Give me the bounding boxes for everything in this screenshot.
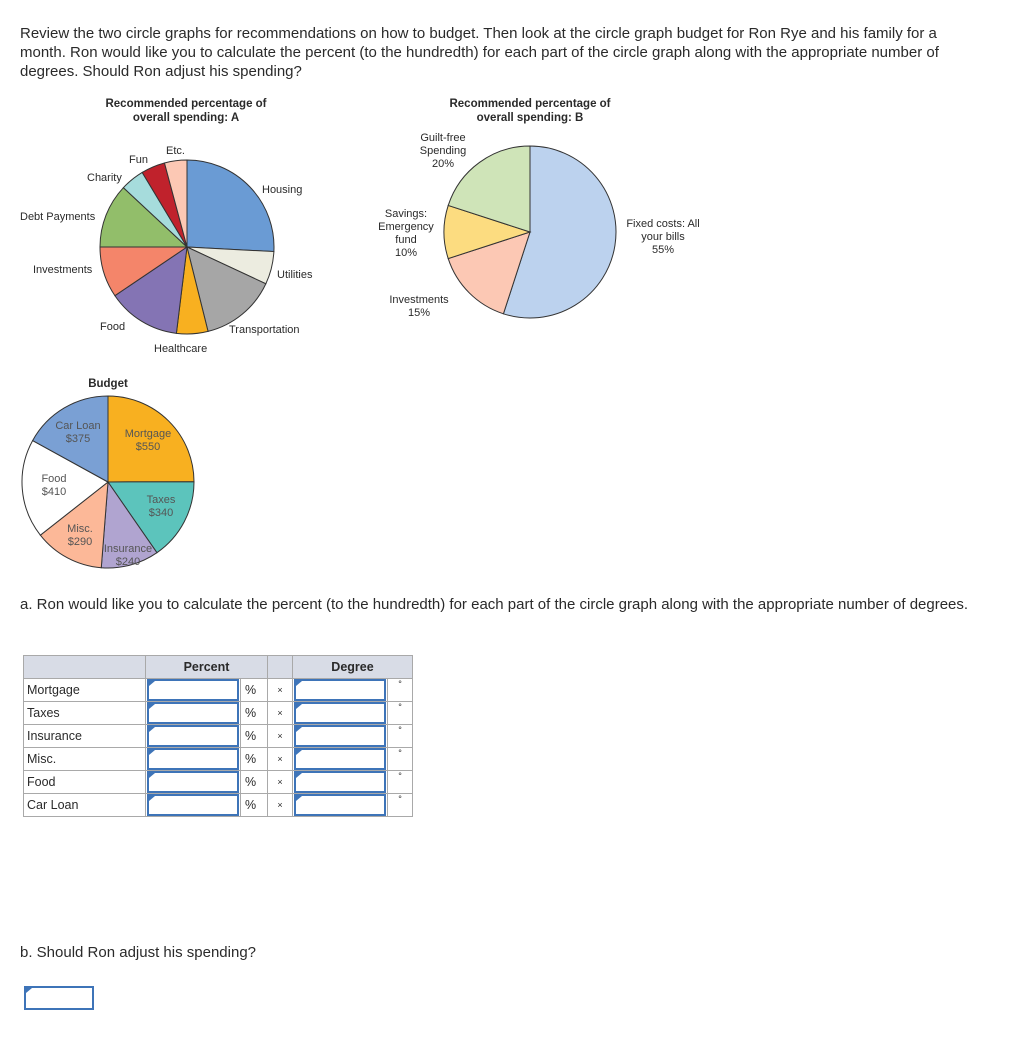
incorrect-mark-icon: × <box>267 793 293 817</box>
percent-symbol: % <box>240 747 268 771</box>
percent-cell <box>145 701 241 725</box>
answer-table: Percent Degree Mortgage % × ° Taxes % × °… <box>23 655 413 817</box>
degree-input[interactable] <box>294 748 386 770</box>
row-label: Car Loan <box>23 793 146 817</box>
table-row: Insurance % × ° <box>23 724 413 748</box>
chart-b-title: Recommended percentage of overall spendin… <box>449 98 611 124</box>
pie-slice-housing <box>186 159 275 253</box>
adjust-spending-input[interactable] <box>24 986 94 1010</box>
percent-cell <box>145 747 241 771</box>
pie-chart-a <box>99 159 275 335</box>
header-blank <box>23 655 146 679</box>
percent-cell <box>145 770 241 794</box>
percent-cell <box>145 724 241 748</box>
label-car-loan: Car Loan $375 <box>55 420 101 445</box>
degree-symbol: ° <box>387 747 413 771</box>
header-degree: Degree <box>292 655 413 679</box>
degree-cell <box>292 678 388 702</box>
degree-cell <box>292 724 388 748</box>
degree-input[interactable] <box>294 794 386 816</box>
percent-input[interactable] <box>147 702 239 724</box>
table-row: Food % × ° <box>23 770 413 794</box>
percent-symbol: % <box>240 678 268 702</box>
degree-input[interactable] <box>294 725 386 747</box>
percent-cell <box>145 678 241 702</box>
label-savings: Savings: Emergency fund 10% <box>378 208 434 259</box>
table-row: Taxes % × ° <box>23 701 413 725</box>
incorrect-mark-icon: × <box>267 770 293 794</box>
incorrect-mark-icon: × <box>267 678 293 702</box>
incorrect-mark-icon: × <box>267 724 293 748</box>
degree-symbol: ° <box>387 770 413 794</box>
question-a: a. Ron would like you to calculate the p… <box>20 596 969 613</box>
label-housing: Housing <box>262 184 303 196</box>
label-investments: Investments <box>33 264 93 276</box>
degree-symbol: ° <box>387 678 413 702</box>
degree-input[interactable] <box>294 771 386 793</box>
table-row: Car Loan % × ° <box>23 793 413 817</box>
degree-input[interactable] <box>294 679 386 701</box>
label-food: Food <box>100 321 126 333</box>
header-percent: Percent <box>145 655 268 679</box>
percent-input[interactable] <box>147 725 239 747</box>
row-label: Taxes <box>23 701 146 725</box>
label-debt-payments: Debt Payments <box>20 211 96 223</box>
percent-input[interactable] <box>147 679 239 701</box>
percent-input[interactable] <box>147 748 239 770</box>
table-row: Misc. % × ° <box>23 747 413 771</box>
label-healthcare: Healthcare <box>154 343 208 355</box>
label-transportation: Transportation <box>229 324 300 336</box>
label-mortgage: Mortgage $550 <box>124 428 172 453</box>
label-taxes: Taxes $340 <box>146 494 176 519</box>
degree-cell <box>292 701 388 725</box>
degree-cell <box>292 770 388 794</box>
degree-symbol: ° <box>387 701 413 725</box>
row-label: Insurance <box>23 724 146 748</box>
degree-input[interactable] <box>294 702 386 724</box>
percent-input[interactable] <box>147 794 239 816</box>
degree-cell <box>292 747 388 771</box>
question-b: b. Should Ron adjust his spending? <box>20 944 257 961</box>
pie-chart-b <box>443 145 617 319</box>
header-blank-2 <box>267 655 293 679</box>
percent-symbol: % <box>240 793 268 817</box>
label-misc: Misc. $290 <box>67 523 93 548</box>
label-fixed-costs: Fixed costs: All your bills 55% <box>626 218 700 256</box>
incorrect-mark-icon: × <box>267 747 293 771</box>
label-charity: Charity <box>87 172 122 184</box>
row-label: Food <box>23 770 146 794</box>
percent-input[interactable] <box>147 771 239 793</box>
percent-symbol: % <box>240 770 268 794</box>
label-fun: Fun <box>129 154 148 166</box>
label-utilities: Utilities <box>277 269 313 281</box>
chart-a-title: Recommended percentage of overall spendin… <box>105 98 267 124</box>
degree-cell <box>292 793 388 817</box>
percent-cell <box>145 793 241 817</box>
budget-title: Budget <box>88 378 128 390</box>
degree-symbol: ° <box>387 793 413 817</box>
label-etc: Etc. <box>166 145 185 157</box>
label-guilt-free: Guilt-free Spending 20% <box>419 132 467 170</box>
row-label: Mortgage <box>23 678 146 702</box>
table-row: Mortgage % × ° <box>23 678 413 702</box>
label-investments-b: Investments 15% <box>389 294 449 319</box>
incorrect-mark-icon: × <box>267 701 293 725</box>
percent-symbol: % <box>240 724 268 748</box>
label-food-budget: Food $410 <box>41 473 67 498</box>
row-label: Misc. <box>23 747 146 771</box>
degree-symbol: ° <box>387 724 413 748</box>
percent-symbol: % <box>240 701 268 725</box>
